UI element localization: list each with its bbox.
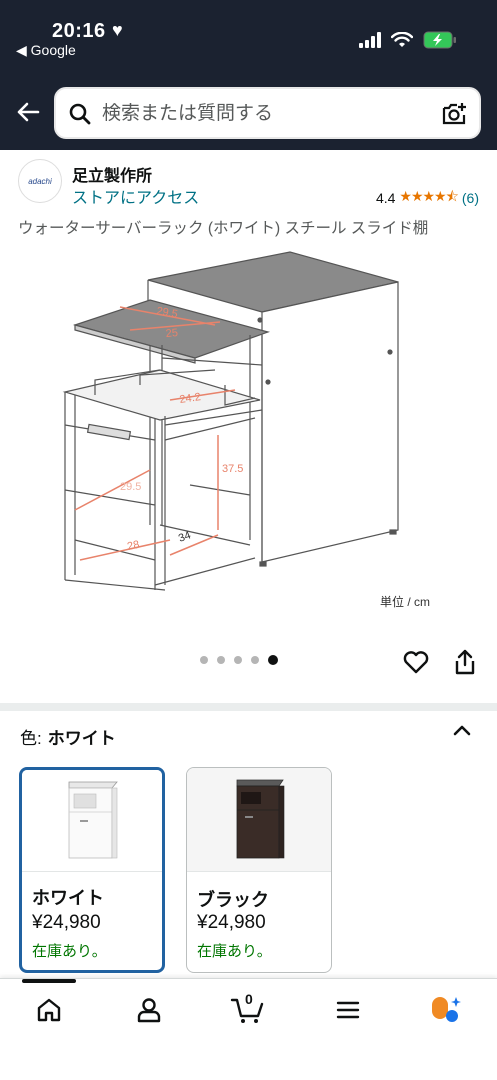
dimension-label: 37.5 xyxy=(222,463,243,475)
product-image[interactable]: 29.5 25 24.2 37.5 29.5 28 34 xyxy=(40,240,460,620)
search-header xyxy=(0,76,497,150)
cart-count: 0 xyxy=(245,991,253,1007)
variant-price: ¥24,980 xyxy=(32,912,101,933)
back-to-app-link[interactable]: ◀ Google xyxy=(16,42,76,59)
home-icon[interactable] xyxy=(34,995,64,1025)
white-rack-thumbnail xyxy=(68,781,118,859)
dimension-label: 29.5 xyxy=(120,481,141,493)
image-pager[interactable] xyxy=(200,655,278,665)
brand-name: 足立製作所 xyxy=(72,168,153,185)
variant-name: ブラック xyxy=(197,890,269,910)
bottom-nav-bar: 0 xyxy=(0,978,497,1080)
battery-icon xyxy=(423,31,456,49)
variant-name: ホワイト xyxy=(32,888,104,908)
active-tab-indicator xyxy=(22,979,76,983)
rating-summary[interactable]: 4.4 ★★★★⯪ (6) xyxy=(376,186,479,210)
search-box[interactable] xyxy=(54,87,481,139)
black-rack-thumbnail xyxy=(236,779,285,859)
brand-logo-text: adachi xyxy=(28,176,52,186)
variant-price: ¥24,980 xyxy=(197,912,266,933)
search-input[interactable] xyxy=(102,101,422,127)
rating-value: 4.4 xyxy=(375,190,396,206)
rating-stars: ★★★★⯪ xyxy=(399,188,458,204)
share-icon[interactable] xyxy=(452,648,478,676)
back-arrow-icon[interactable] xyxy=(14,98,42,126)
signal-icon xyxy=(359,32,381,48)
brand-row: adachi 足立製作所 ストアにアクセス 4.4 ★★★★⯪ (6) xyxy=(0,150,497,210)
variant-thumbnail xyxy=(22,770,162,872)
wifi-icon xyxy=(391,32,413,47)
section-divider xyxy=(0,703,497,711)
variant-card-black[interactable]: ブラック ¥24,980 在庫あり。 xyxy=(186,767,332,973)
dimension-label: 25 xyxy=(165,327,178,340)
search-icon xyxy=(69,103,91,125)
chevron-up-icon[interactable] xyxy=(452,720,472,740)
color-label: 色: xyxy=(20,729,42,748)
unit-label: 単位 / cm xyxy=(380,595,430,609)
status-time: 20:16 xyxy=(52,20,106,42)
cart-button[interactable]: 0 xyxy=(230,991,266,1025)
pager-dot[interactable] xyxy=(251,656,259,664)
variant-thumbnail xyxy=(187,768,331,872)
rating-count[interactable]: (6) xyxy=(462,190,479,206)
status-icons xyxy=(359,30,457,50)
pager-dot[interactable] xyxy=(234,656,242,664)
pager-dot[interactable] xyxy=(217,656,225,664)
heart-status-icon: ♥ xyxy=(112,20,123,40)
brand-logo[interactable]: adachi xyxy=(18,159,62,203)
visit-store-link[interactable]: ストアにアクセス xyxy=(72,184,199,208)
wishlist-heart-icon[interactable] xyxy=(402,648,430,676)
variant-card-white[interactable]: ホワイト ¥24,980 在庫あり。 xyxy=(19,767,165,973)
rufus-icon[interactable] xyxy=(428,995,462,1025)
status-bar: 20:16 ♥ ◀ Google xyxy=(0,0,497,76)
color-selector-header: 色: ホワイト xyxy=(20,724,116,749)
product-title: ウォーターサーバーラック (ホワイト) スチール スライド棚 xyxy=(18,220,429,237)
account-icon[interactable] xyxy=(134,995,164,1025)
dimension-label: 28 xyxy=(126,539,140,553)
pager-dot[interactable] xyxy=(200,656,208,664)
pager-dot-active[interactable] xyxy=(268,655,278,665)
rack-illustration xyxy=(62,251,399,591)
color-selected-value: ホワイト xyxy=(47,729,116,748)
variant-stock: 在庫あり。 xyxy=(32,943,107,960)
menu-icon[interactable] xyxy=(333,995,363,1025)
variant-stock: 在庫あり。 xyxy=(197,943,272,960)
camera-search-icon[interactable] xyxy=(441,101,467,127)
